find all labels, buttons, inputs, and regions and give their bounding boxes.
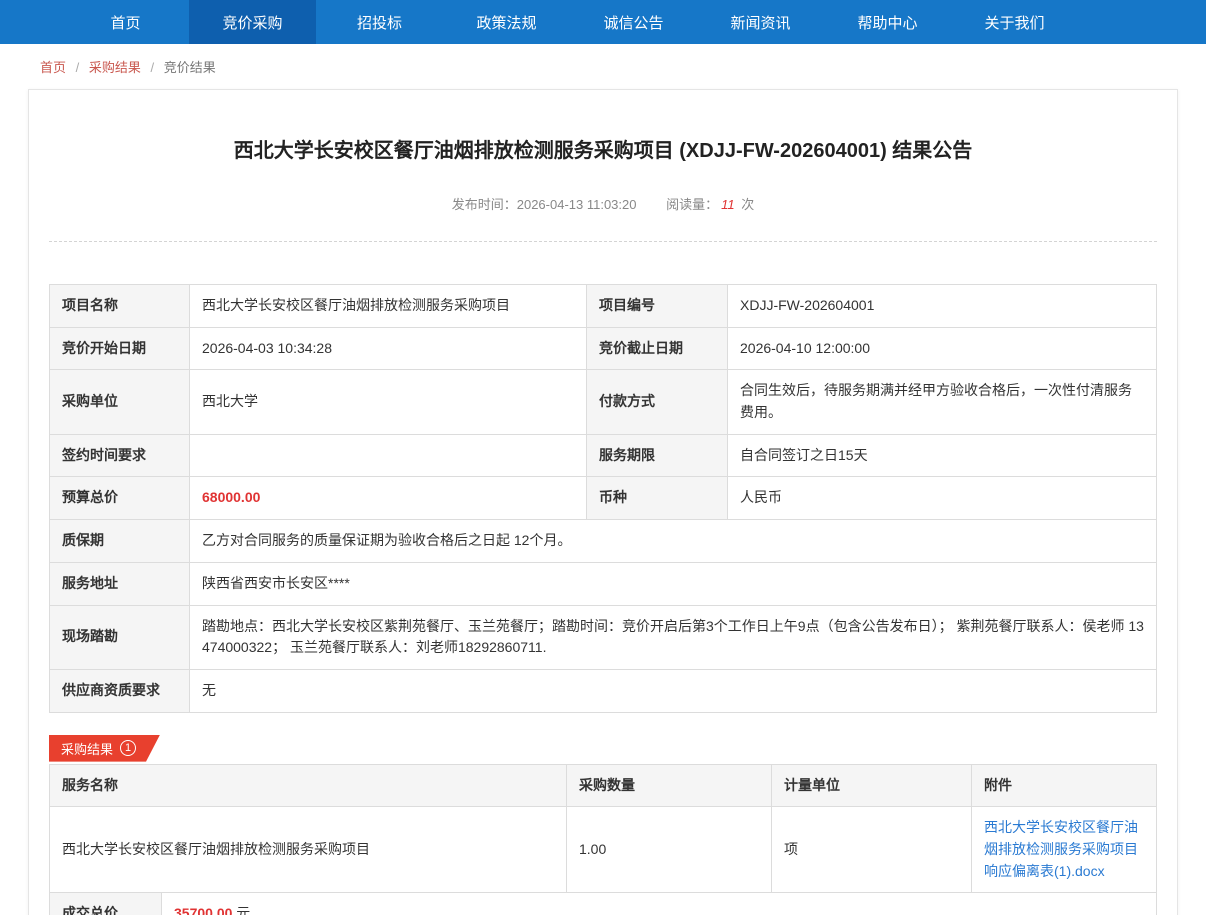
- attachment-cell: 西北大学长安校区餐厅油烟排放检测服务采购项目响应偏离表(1).docx: [972, 807, 1157, 893]
- column-header-unit: 计量单位: [772, 764, 972, 807]
- info-label: 竞价截止日期: [587, 327, 728, 370]
- quantity-cell: 1.00: [567, 807, 772, 893]
- deal-total-value: 35700.00: [174, 905, 232, 915]
- column-header-service-name: 服务名称: [50, 764, 567, 807]
- service-name-cell: 西北大学长安校区餐厅油烟排放检测服务采购项目: [50, 807, 567, 893]
- table-row: 预算总价 68000.00 币种 人民币: [50, 477, 1157, 520]
- info-label: 签约时间要求: [50, 434, 190, 477]
- nav-item-integrity-notice[interactable]: 诚信公告: [570, 0, 697, 44]
- table-row: 项目名称 西北大学长安校区餐厅油烟排放检测服务采购项目 项目编号 XDJJ-FW…: [50, 285, 1157, 328]
- table-row: 成交总价 35700.00 元: [50, 893, 1157, 915]
- info-label: 现场踏勘: [50, 605, 190, 669]
- info-value: 陕西省西安市长安区****: [190, 562, 1157, 605]
- table-row: 签约时间要求 服务期限 自合同签订之日15天: [50, 434, 1157, 477]
- info-label: 服务期限: [587, 434, 728, 477]
- nav-item-bidding-purchase[interactable]: 竞价采购: [189, 0, 316, 44]
- result-ribbon-label: 采购结果: [61, 739, 113, 758]
- purchase-result-table: 服务名称 采购数量 计量单位 附件 西北大学长安校区餐厅油烟排放检测服务采购项目…: [49, 764, 1157, 894]
- table-row: 现场踏勘 踏勘地点：西北大学长安校区紫荆苑餐厅、玉兰苑餐厅；踏勘时间：竞价开启后…: [50, 605, 1157, 669]
- info-label: 项目名称: [50, 285, 190, 328]
- info-value: 2026-04-03 10:34:28: [190, 327, 587, 370]
- info-label: 服务地址: [50, 562, 190, 605]
- nav-item-home[interactable]: 首页: [62, 0, 189, 44]
- info-value: 西北大学长安校区餐厅油烟排放检测服务采购项目: [190, 285, 587, 328]
- top-navigation: 首页 竞价采购 招投标 政策法规 诚信公告 新闻资讯 帮助中心 关于我们: [0, 0, 1206, 44]
- budget-total-value: 68000.00: [190, 477, 587, 520]
- info-label: 预算总价: [50, 477, 190, 520]
- nav-item-about-us[interactable]: 关于我们: [951, 0, 1078, 44]
- deal-summary-table: 成交总价 35700.00 元 成交供应商 西安青澄日盛检测科技有限公司 质保及…: [49, 892, 1157, 915]
- breadcrumb-separator: /: [76, 60, 80, 75]
- result-ribbon: 采购结果 1: [49, 735, 160, 762]
- info-value: 合同生效后，待服务期满并经甲方验收合格后，一次性付清服务费用。: [728, 370, 1157, 434]
- table-row: 质保期 乙方对合同服务的质量保证期为验收合格后之日起 12个月。: [50, 520, 1157, 563]
- views-label: 阅读量：: [666, 197, 718, 212]
- nav-item-tender[interactable]: 招投标: [316, 0, 443, 44]
- views-count: 11: [721, 197, 735, 212]
- info-value: 2026-04-10 12:00:00: [728, 327, 1157, 370]
- info-value: 乙方对合同服务的质量保证期为验收合格后之日起 12个月。: [190, 520, 1157, 563]
- dashed-divider: [49, 241, 1157, 242]
- deal-total-cell: 35700.00 元: [162, 893, 1157, 915]
- info-label: 项目编号: [587, 285, 728, 328]
- nav-item-news[interactable]: 新闻资讯: [697, 0, 824, 44]
- table-row: 西北大学长安校区餐厅油烟排放检测服务采购项目 1.00 项 西北大学长安校区餐厅…: [50, 807, 1157, 893]
- info-label: 质保期: [50, 520, 190, 563]
- column-header-quantity: 采购数量: [567, 764, 772, 807]
- info-label: 竞价开始日期: [50, 327, 190, 370]
- info-label: 付款方式: [587, 370, 728, 434]
- info-label: 采购单位: [50, 370, 190, 434]
- info-value: 自合同签订之日15天: [728, 434, 1157, 477]
- nav-item-help-center[interactable]: 帮助中心: [824, 0, 951, 44]
- result-count-badge: 1: [120, 740, 136, 756]
- breadcrumb-current: 竞价结果: [164, 60, 216, 75]
- column-header-attachment: 附件: [972, 764, 1157, 807]
- publish-time-value: 2026-04-13 11:03:20: [517, 197, 637, 212]
- publish-time-label: 发布时间：: [452, 197, 517, 212]
- info-value: 人民币: [728, 477, 1157, 520]
- result-section-header: 采购结果 1: [49, 735, 1157, 762]
- deal-total-suffix: 元: [236, 905, 250, 915]
- table-row: 采购单位 西北大学 付款方式 合同生效后，待服务期满并经甲方验收合格后，一次性付…: [50, 370, 1157, 434]
- table-header-row: 服务名称 采购数量 计量单位 附件: [50, 764, 1157, 807]
- breadcrumb-section-link[interactable]: 采购结果: [89, 60, 141, 75]
- info-value: 无: [190, 669, 1157, 712]
- publish-meta: 发布时间：2026-04-13 11:03:20 阅读量：11 次: [49, 194, 1157, 213]
- project-info-table: 项目名称 西北大学长安校区餐厅油烟排放检测服务采购项目 项目编号 XDJJ-FW…: [49, 284, 1157, 713]
- deal-total-label: 成交总价: [50, 893, 162, 915]
- table-row: 竞价开始日期 2026-04-03 10:34:28 竞价截止日期 2026-0…: [50, 327, 1157, 370]
- table-row: 服务地址 陕西省西安市长安区****: [50, 562, 1157, 605]
- info-label: 币种: [587, 477, 728, 520]
- info-label: 供应商资质要求: [50, 669, 190, 712]
- breadcrumb-separator: /: [151, 60, 155, 75]
- table-row: 供应商资质要求 无: [50, 669, 1157, 712]
- info-value: 踏勘地点：西北大学长安校区紫荆苑餐厅、玉兰苑餐厅；踏勘时间：竞价开启后第3个工作…: [190, 605, 1157, 669]
- nav-item-policy[interactable]: 政策法规: [443, 0, 570, 44]
- unit-cell: 项: [772, 807, 972, 893]
- info-value: 西北大学: [190, 370, 587, 434]
- views-suffix: 次: [741, 197, 754, 212]
- page-title: 西北大学长安校区餐厅油烟排放检测服务采购项目 (XDJJ-FW-20260400…: [109, 136, 1097, 166]
- info-value: XDJJ-FW-202604001: [728, 285, 1157, 328]
- breadcrumb: 首页 / 采购结果 / 竞价结果: [0, 44, 1206, 87]
- attachment-link[interactable]: 西北大学长安校区餐厅油烟排放检测服务采购项目响应偏离表(1).docx: [984, 819, 1138, 878]
- info-value: [190, 434, 587, 477]
- breadcrumb-home-link[interactable]: 首页: [40, 60, 66, 75]
- announcement-card: 西北大学长安校区餐厅油烟排放检测服务采购项目 (XDJJ-FW-20260400…: [28, 89, 1178, 915]
